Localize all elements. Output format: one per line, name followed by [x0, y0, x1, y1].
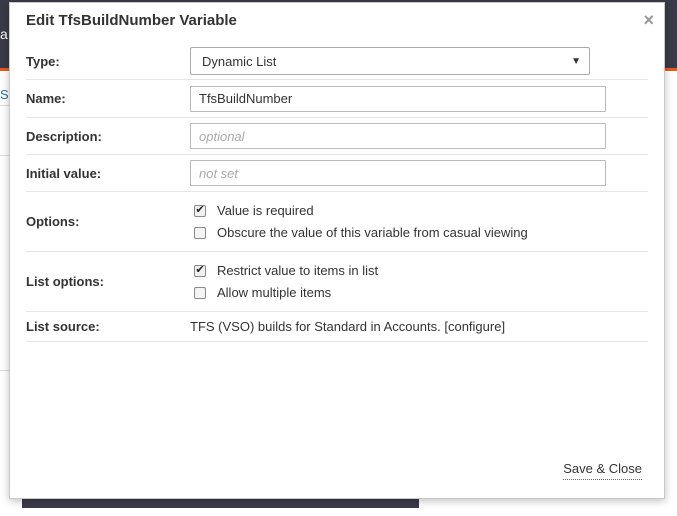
option-value-required[interactable]: ✔ Value is required	[190, 200, 648, 222]
configure-link[interactable]: [configure]	[444, 319, 505, 334]
dialog-title: Edit TfsBuildNumber Variable	[26, 12, 237, 29]
type-label: Type:	[26, 53, 60, 69]
name-row: Name:	[26, 80, 648, 118]
name-label: Name:	[26, 91, 66, 106]
chevron-down-icon: ▼	[571, 55, 581, 67]
options-label: Options:	[26, 214, 80, 229]
initial-value-input[interactable]	[190, 160, 606, 186]
type-select[interactable]: Dynamic List ▼	[190, 47, 590, 75]
description-value	[190, 123, 648, 149]
save-close-button[interactable]: Save & Close	[563, 461, 642, 480]
option-restrict-to-list-label: Restrict value to items in list	[217, 263, 379, 278]
option-obscure-value-label: Obscure the value of this variable from …	[217, 225, 528, 240]
option-value-required-label: Value is required	[217, 203, 314, 218]
type-selected-value: Dynamic List	[202, 53, 277, 69]
options-value: ✔ Value is required Obscure the value of…	[190, 200, 648, 244]
option-obscure-value[interactable]: Obscure the value of this variable from …	[190, 222, 648, 244]
background-bottom-bar	[22, 498, 419, 508]
description-row: Description:	[26, 118, 648, 155]
option-allow-multiple-label: Allow multiple items	[217, 285, 332, 300]
checkbox-unchecked-icon[interactable]	[194, 226, 206, 239]
list-options-value: ✔ Restrict value to items in list Allow …	[190, 260, 648, 304]
list-source-text: TFS (VSO) builds for Standard in Account…	[190, 319, 441, 334]
edit-variable-dialog: Edit TfsBuildNumber Variable × Type: Dyn…	[9, 2, 665, 499]
option-allow-multiple[interactable]: Allow multiple items	[190, 282, 648, 304]
list-source-row: List source: TFS (VSO) builds for Standa…	[26, 312, 648, 342]
initial-value-row: Initial value:	[26, 155, 648, 192]
list-options-row: List options: ✔ Restrict value to items …	[26, 252, 648, 312]
variable-form: Type: Dynamic List ▼ Name: Description:	[26, 43, 648, 342]
initial-value-label: Initial value:	[26, 165, 102, 181]
check-icon[interactable]: ✔	[194, 264, 206, 277]
options-row: Options: ✔ Value is required Obscure the…	[26, 192, 648, 252]
description-input[interactable]	[190, 123, 606, 149]
check-icon[interactable]: ✔	[194, 204, 206, 217]
list-options-label: List options:	[26, 274, 104, 289]
initial-value-value	[190, 160, 648, 186]
close-icon[interactable]: ×	[643, 10, 654, 30]
type-value: Dynamic List ▼	[190, 47, 648, 75]
list-source-value: TFS (VSO) builds for Standard in Account…	[190, 319, 648, 334]
list-source-label: List source:	[26, 319, 100, 334]
description-label: Description:	[26, 128, 102, 144]
type-row: Type: Dynamic List ▼	[26, 43, 648, 80]
name-value	[190, 85, 648, 112]
option-restrict-to-list[interactable]: ✔ Restrict value to items in list	[190, 260, 648, 282]
checkbox-unchecked-icon[interactable]	[194, 286, 206, 299]
name-input[interactable]	[190, 85, 606, 112]
